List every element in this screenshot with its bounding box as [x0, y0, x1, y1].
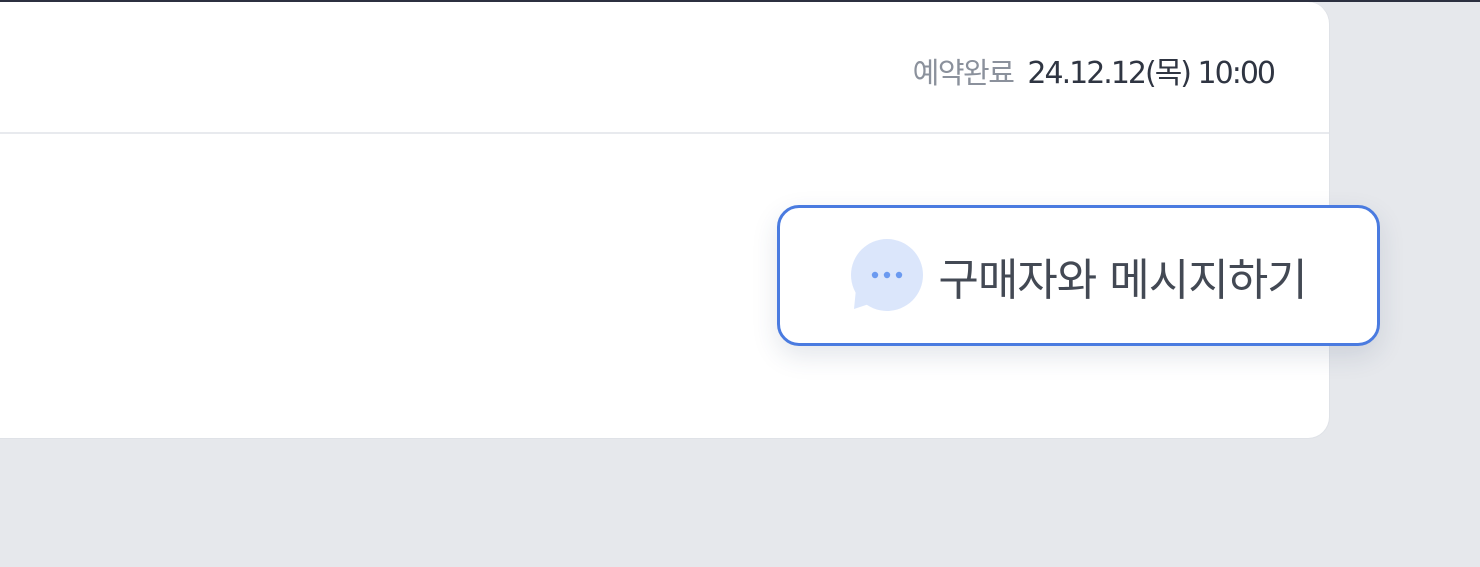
card-header: 예약완료 24.12.12(목) 10:00 — [0, 2, 1329, 134]
message-buyer-button[interactable]: 구매자와 메시지하기 — [777, 205, 1380, 346]
chat-bubble-icon — [850, 238, 924, 313]
message-button-label: 구매자와 메시지하기 — [938, 254, 1307, 306]
status-label: 예약완료 — [912, 56, 1015, 90]
reservation-datetime: 24.12.12(목) 10:00 — [1027, 56, 1276, 91]
reservation-status-row: 예약완료 24.12.12(목) 10:00 — [912, 48, 1276, 92]
